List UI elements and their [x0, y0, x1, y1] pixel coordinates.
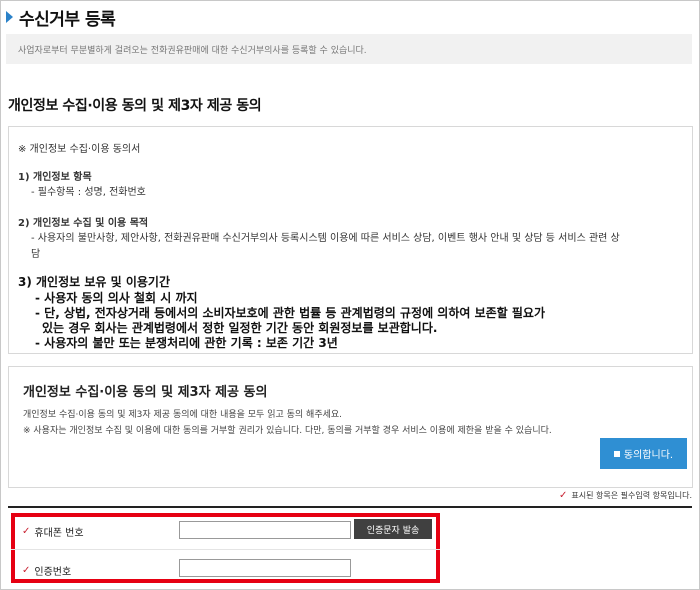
page-header: 수신거부 등록 [6, 6, 116, 30]
terms-item2-detail: - 사용자의 불만사항, 제안사항, 전화권유판매 수신거부의사 등록시스템 이… [31, 233, 620, 244]
terms-item3-line: - 사용자의 불만 또는 분쟁처리에 관한 기록 : 보존 기간 3년 [35, 336, 338, 350]
checkmark-icon: ✓ [559, 490, 568, 501]
terms-item1-title: 1) 개인정보 항목 [18, 172, 92, 183]
page-description: 사업자로부터 무분별하게 걸려오는 전화권유판매에 대한 수신거부의사를 등록할… [18, 46, 367, 56]
checkmark-icon: ✓ [22, 565, 31, 576]
privacy-section-title: 개인정보 수집·이용 동의 및 제3자 제공 동의 [8, 98, 262, 114]
consent-panel: 개인정보 수집·이용 동의 및 제3자 제공 동의 개인정보 수집·이용 동의 … [8, 366, 693, 488]
page-title: 수신거부 등록 [19, 9, 116, 30]
checkmark-icon: ✓ [22, 526, 31, 537]
terms-scroll-box[interactable]: ※ 개인정보 수집·이용 동의서 1) 개인정보 항목 - 필수항목 : 성명,… [8, 126, 693, 354]
code-label: ✓ 인증번호 [22, 563, 71, 578]
code-label-text: 인증번호 [34, 567, 72, 578]
square-icon [613, 450, 620, 457]
agree-button[interactable]: 동의합니다. [600, 438, 687, 469]
agree-button-label: 동의합니다. [623, 450, 674, 461]
phone-label: ✓ 휴대폰 번호 [22, 524, 84, 539]
send-sms-button[interactable]: 인증문자 발송 [354, 519, 432, 539]
row-separator [11, 549, 440, 550]
consent-title: 개인정보 수집·이용 동의 및 제3자 제공 동의 [23, 385, 268, 400]
consent-notice: ※ 사용자는 개인정보 수집 및 이용에 대한 동의를 거부할 권리가 있습니다… [23, 426, 552, 436]
terms-item1-detail: - 필수항목 : 성명, 전화번호 [31, 187, 146, 198]
required-note: ✓ 표시된 항목은 필수입력 항목입니다. [559, 490, 692, 501]
consent-instruction: 개인정보 수집·이용 동의 및 제3자 제공 동의에 대한 내용을 모두 읽고 … [23, 410, 343, 420]
phone-input[interactable] [179, 521, 351, 539]
terms-heading: ※ 개인정보 수집·이용 동의서 [18, 144, 141, 155]
terms-item2-detail-cont: 담 [31, 249, 41, 260]
description-banner: 사업자로부터 무분별하게 걸려오는 전화권유판매에 대한 수신거부의사를 등록할… [6, 34, 692, 64]
required-note-text: 표시된 항목은 필수입력 항목입니다. [571, 491, 692, 500]
triangle-right-icon [6, 11, 13, 23]
phone-label-text: 휴대폰 번호 [34, 528, 84, 539]
verification-code-input[interactable] [179, 559, 351, 577]
form-divider [8, 506, 692, 508]
terms-item3-title: 3) 개인정보 보유 및 이용기간 [18, 275, 170, 289]
terms-item2-title: 2) 개인정보 수집 및 이용 목적 [18, 218, 149, 229]
